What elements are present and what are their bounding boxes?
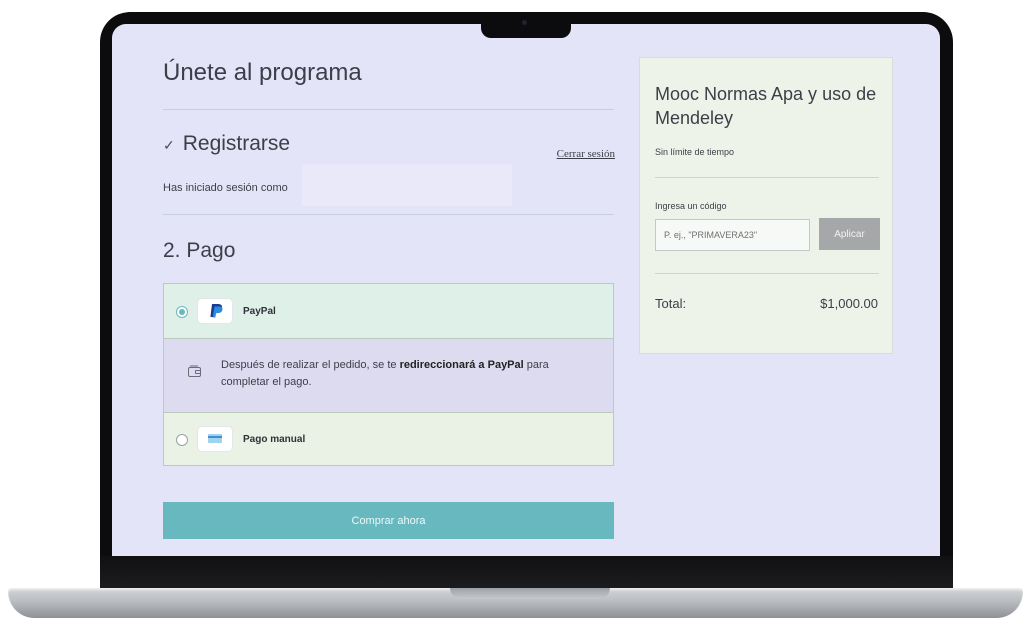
course-duration: Sin límite de tiempo — [655, 147, 735, 157]
payment-option-manual[interactable]: Pago manual — [164, 413, 613, 465]
paypal-info-text: Después de realizar el pedido, se te red… — [221, 357, 581, 391]
divider — [655, 177, 879, 178]
paypal-label: PayPal — [243, 306, 276, 317]
laptop-opening-notch — [450, 588, 610, 599]
buy-now-button[interactable]: Comprar ahora — [163, 502, 614, 539]
coupon-input[interactable] — [655, 219, 810, 251]
payment-options: PayPal Después de realizar el pedido, se… — [163, 283, 614, 466]
laptop-chin — [100, 556, 953, 590]
manual-radio[interactable] — [176, 434, 188, 446]
divider — [655, 273, 879, 274]
step-register-heading: ✓ Registrarse — [163, 132, 290, 156]
divider — [163, 214, 614, 215]
camera-icon — [522, 20, 527, 25]
wallet-icon — [187, 365, 203, 384]
coupon-label: Ingresa un código — [655, 201, 727, 211]
step-payment-heading: 2. Pago — [163, 239, 236, 262]
info-text-bold: redireccionará a PayPal — [399, 359, 524, 371]
paypal-logo-icon — [198, 299, 232, 323]
divider — [163, 109, 614, 110]
laptop-screen: Únete al programa ✓ Registrarse Cerrar se… — [112, 24, 940, 556]
manual-label: Pago manual — [243, 434, 306, 445]
check-icon: ✓ — [163, 137, 175, 153]
page-title: Únete al programa — [163, 59, 362, 86]
laptop-base — [8, 588, 1023, 618]
total-value: $1,000.00 — [820, 296, 878, 311]
paypal-radio[interactable] — [176, 306, 188, 318]
payment-option-paypal[interactable]: PayPal — [164, 284, 613, 339]
order-summary-card: Mooc Normas Apa y uso de Mendeley Sin lí… — [639, 57, 893, 354]
total-label: Total: — [655, 296, 687, 311]
apply-coupon-button[interactable]: Aplicar — [819, 218, 880, 250]
paypal-info: Después de realizar el pedido, se te red… — [164, 339, 613, 413]
logout-link[interactable]: Cerrar sesión — [557, 148, 615, 160]
session-status: Has iniciado sesión como — [163, 182, 288, 194]
info-text-part1: Después de realizar el pedido, se te — [221, 359, 400, 371]
step-register-title: Registrarse — [182, 132, 291, 155]
laptop-notch — [481, 12, 571, 38]
card-icon — [198, 427, 232, 451]
course-title: Mooc Normas Apa y uso de Mendeley — [655, 84, 877, 128]
user-email-redacted — [302, 164, 512, 206]
